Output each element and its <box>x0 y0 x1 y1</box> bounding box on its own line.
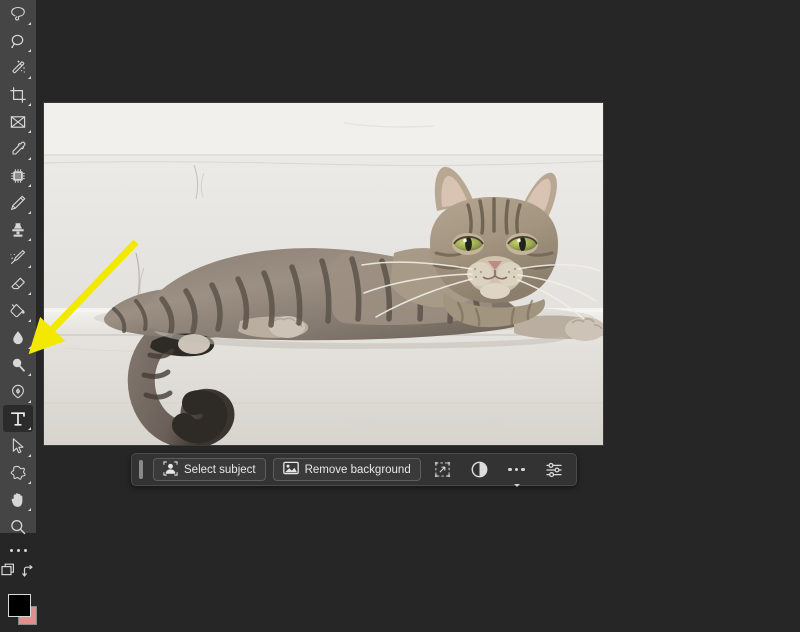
ellipsis-icon-dot <box>521 467 525 472</box>
tool-eraser[interactable] <box>3 270 33 297</box>
tool-flyout-indicator <box>28 211 31 214</box>
tool-flyout-indicator <box>28 508 31 511</box>
swap-arrows-icon[interactable] <box>21 564 35 583</box>
ellipsis-icon-dot <box>508 467 512 472</box>
tool-flyout-indicator <box>28 427 31 430</box>
tool-shape[interactable] <box>3 459 33 486</box>
tool-dodge[interactable] <box>3 351 33 378</box>
tool-flyout-indicator <box>28 454 31 457</box>
select-subject-button[interactable]: Select subject <box>153 458 266 481</box>
tool-eyedropper[interactable] <box>3 135 33 162</box>
ellipsis-icon-dot <box>514 467 519 472</box>
adjustment-layer-button[interactable] <box>465 458 495 481</box>
tool-magic-wand[interactable] <box>3 54 33 81</box>
tool-blur[interactable] <box>3 324 33 351</box>
tool-flyout-indicator <box>28 346 31 349</box>
color-swatches <box>0 586 37 632</box>
tool-flyout-indicator <box>28 103 31 106</box>
tool-flyout-indicator <box>28 265 31 268</box>
contextual-task-bar[interactable]: Select subject Remove background <box>131 453 577 487</box>
cat-photo-artwork <box>44 103 603 445</box>
tool-spot-healing[interactable] <box>3 162 33 189</box>
remove-background-button[interactable]: Remove background <box>272 458 421 481</box>
tool-object-selection[interactable] <box>3 27 33 54</box>
tool-brush[interactable] <box>3 189 33 216</box>
foreground-color-swatch[interactable] <box>8 594 31 617</box>
ellipsis-icon-dot <box>9 548 13 552</box>
tool-crop[interactable] <box>3 81 33 108</box>
chevron-down-icon <box>513 484 520 487</box>
tool-flyout-indicator <box>28 76 31 79</box>
tool-flyout-indicator <box>28 22 31 25</box>
tool-history-brush[interactable] <box>3 243 33 270</box>
tool-flyout-indicator <box>28 238 31 241</box>
photo-editor-window: Select subject Remove background <box>0 0 800 625</box>
ellipsis-icon-dot <box>16 548 20 552</box>
tool-path-selection[interactable] <box>3 432 33 459</box>
tool-hand[interactable] <box>3 486 33 513</box>
tool-pen[interactable] <box>3 378 33 405</box>
tool-flyout-indicator <box>28 130 31 133</box>
remove-background-label: Remove background <box>304 463 411 476</box>
tool-flyout-indicator <box>28 481 31 484</box>
tool-flyout-indicator <box>28 373 31 376</box>
tool-flyout-indicator <box>28 319 31 322</box>
tool-type[interactable] <box>3 405 33 432</box>
tool-frame[interactable] <box>3 108 33 135</box>
tool-lasso[interactable] <box>3 0 33 27</box>
document-image[interactable] <box>44 103 603 445</box>
tool-flyout-indicator <box>28 400 31 403</box>
tool-zoom[interactable] <box>3 513 33 540</box>
image-landscape-icon <box>282 461 299 478</box>
transform-button[interactable] <box>428 458 458 481</box>
tool-flyout-indicator <box>28 157 31 160</box>
edit-toolbar-button[interactable] <box>3 540 33 560</box>
screen-mode-icon[interactable] <box>1 563 18 583</box>
more-options-button[interactable] <box>502 458 532 487</box>
tool-gradient[interactable] <box>3 297 33 324</box>
task-bar-drag-handle[interactable] <box>139 460 143 479</box>
tool-clone-stamp[interactable] <box>3 216 33 243</box>
task-bar-properties-button[interactable] <box>539 458 569 481</box>
tool-flyout-indicator <box>28 292 31 295</box>
tool-flyout-indicator <box>28 49 31 52</box>
screen-mode-row <box>1 560 35 586</box>
ellipsis-icon-dot <box>23 548 27 552</box>
select-subject-label: Select subject <box>184 463 256 476</box>
tools-panel <box>0 0 37 625</box>
person-select-icon <box>163 460 178 479</box>
tool-flyout-indicator <box>28 184 31 187</box>
